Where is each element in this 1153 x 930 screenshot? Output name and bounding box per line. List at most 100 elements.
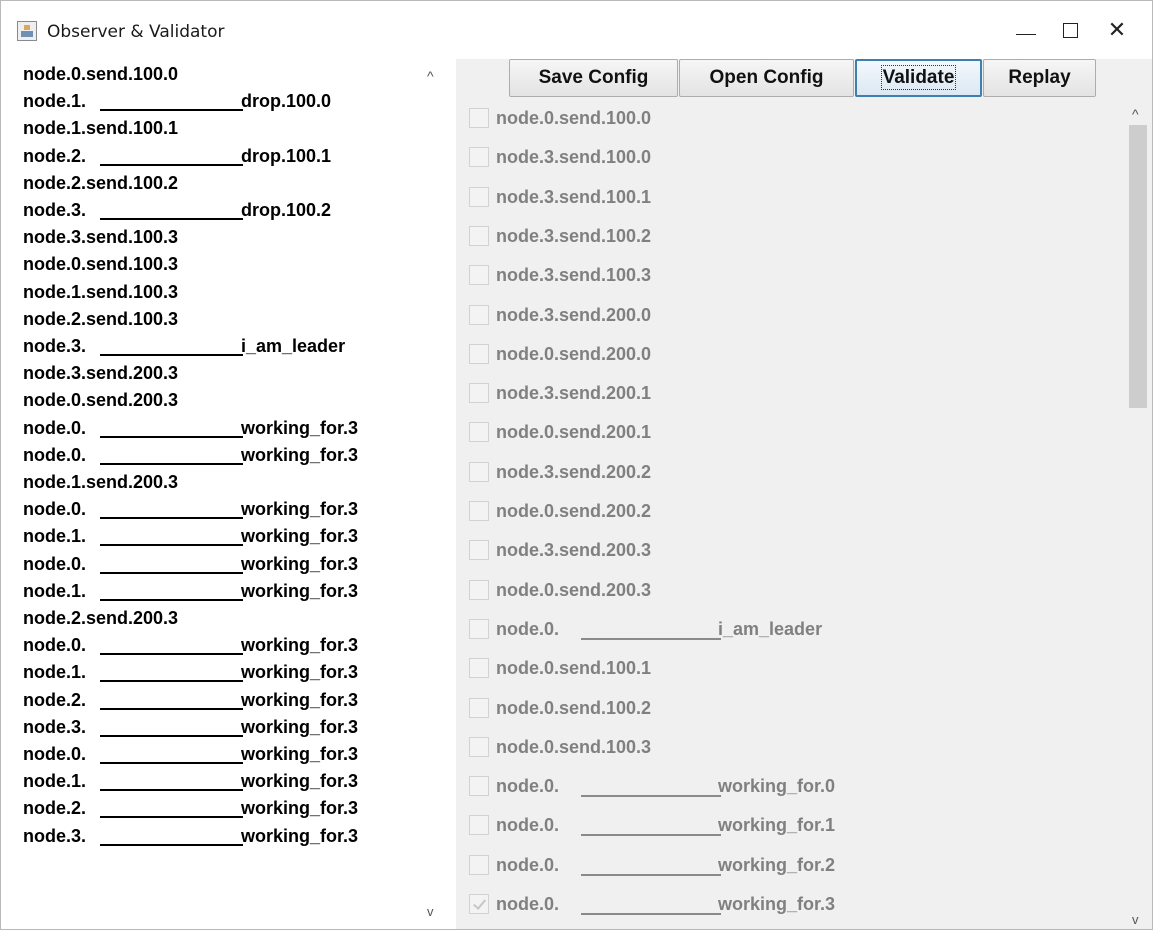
scroll-down-icon[interactable]: v — [427, 905, 434, 919]
checklist-item[interactable]: node.0.send.200.0 — [469, 338, 1109, 368]
checklist-item[interactable]: node.0. working_for.3 — [469, 888, 1109, 918]
log-line-underscore — [100, 462, 243, 465]
log-line-suffix: i_am_leader — [241, 336, 346, 356]
checkbox-checked-icon[interactable] — [469, 894, 489, 914]
maximize-button[interactable] — [1049, 9, 1093, 53]
log-line-suffix: working_for.3 — [241, 417, 359, 438]
log-line: node.3. i_am_leader — [23, 334, 345, 358]
checklist-scrollbar[interactable]: ^ v — [1126, 103, 1150, 929]
log-line-underscore — [100, 707, 243, 710]
checklist-item[interactable]: node.0.send.200.3 — [469, 574, 1109, 604]
checkbox-icon[interactable] — [469, 265, 489, 286]
log-line-prefix: node.1. — [23, 771, 87, 792]
checkbox-icon[interactable] — [469, 854, 489, 875]
checkbox-icon[interactable] — [469, 618, 489, 639]
checklist-item[interactable]: node.0.send.100.2 — [469, 692, 1109, 722]
scroll-up-icon[interactable]: ^ — [1132, 107, 1139, 121]
log-line-underscore — [100, 354, 243, 356]
scroll-down-icon[interactable]: v — [1132, 913, 1139, 927]
checkbox-icon[interactable] — [469, 343, 489, 364]
checkbox-icon[interactable] — [469, 736, 489, 757]
log-line-suffix: working_for.3 — [241, 798, 359, 819]
event-log-list[interactable]: node.0.send.100.0 node.1. drop.100.0 node.1… — [16, 59, 446, 925]
checklist-item-suffix: working_for.0 — [718, 776, 836, 797]
log-line-underscore — [100, 843, 243, 846]
scroll-up-icon[interactable]: ^ — [427, 69, 434, 83]
checklist-item-label: node.3.send.200.1 — [496, 383, 652, 404]
checklist-item-label: node.0. — [496, 815, 560, 836]
log-line: node.0. working_for.3 — [23, 416, 358, 440]
checkbox-icon[interactable] — [469, 147, 489, 168]
checkbox-icon[interactable] — [469, 108, 489, 128]
minimize-button[interactable] — [1004, 9, 1048, 53]
checkbox-icon[interactable] — [469, 697, 489, 718]
log-line: node.1.send.100.3 — [23, 280, 178, 304]
checklist-item[interactable]: node.0.send.100.3 — [469, 731, 1109, 761]
checklist-item[interactable]: node.0.send.100.1 — [469, 652, 1109, 682]
checklist-item[interactable]: node.0. working_for.2 — [469, 849, 1109, 879]
checklist-item[interactable]: node.0. working_for.0 — [469, 770, 1109, 800]
checklist-item[interactable]: node.3.send.100.1 — [469, 181, 1109, 211]
log-line-underscore — [100, 571, 243, 574]
log-line: node.1.send.200.3 — [23, 470, 178, 494]
checklist-item[interactable]: node.3.send.100.3 — [469, 259, 1109, 289]
checkbox-icon[interactable] — [469, 540, 489, 561]
checklist-item[interactable]: node.3.send.100.0 — [469, 141, 1109, 171]
log-line-prefix: node.0. — [23, 417, 87, 438]
checklist-item[interactable]: node.0.send.200.2 — [469, 495, 1109, 525]
checklist-item[interactable]: node.3.send.200.2 — [469, 456, 1109, 486]
log-line-prefix: node.1.send.200.3 — [23, 472, 179, 492]
checkbox-icon[interactable] — [469, 776, 489, 797]
close-button[interactable]: ✕ — [1095, 9, 1139, 53]
log-scrollbar[interactable]: ^ v — [421, 59, 446, 925]
log-line: node.3.send.100.3 — [23, 225, 178, 249]
checkbox-icon[interactable] — [469, 225, 489, 246]
log-line-suffix: working_for.3 — [241, 635, 359, 656]
checklist-item-label: node.0. — [496, 854, 560, 875]
replay-button[interactable]: Replay — [983, 59, 1096, 97]
log-line-prefix: node.0.send.100.0 — [23, 64, 179, 84]
log-line-prefix: node.2. — [23, 145, 87, 166]
checklist-item[interactable]: node.0. working_for.1 — [469, 809, 1109, 839]
checkbox-icon[interactable] — [469, 304, 489, 325]
log-line-prefix: node.0. — [23, 744, 87, 764]
log-line-suffix: working_for.3 — [241, 553, 359, 574]
checkbox-icon[interactable] — [469, 422, 489, 443]
log-line: node.2. drop.100.1 — [23, 144, 331, 168]
open-config-button[interactable]: Open Config — [679, 59, 854, 97]
checkbox-icon[interactable] — [469, 579, 489, 600]
log-line-prefix: node.0. — [23, 553, 87, 574]
checklist-item-label: node.3.send.200.2 — [496, 461, 652, 482]
checklist-item[interactable]: node.3.send.200.0 — [469, 299, 1109, 329]
checklist-item[interactable]: node.0.send.200.1 — [469, 416, 1109, 446]
checkbox-icon[interactable] — [469, 501, 489, 521]
log-line-prefix: node.3. — [23, 716, 87, 737]
checklist-item-label: node.0.send.200.2 — [496, 501, 652, 521]
log-line: node.2.send.100.3 — [23, 307, 178, 331]
checkbox-icon[interactable] — [469, 815, 489, 836]
log-line-underscore — [100, 544, 243, 547]
log-line-suffix: drop.100.1 — [241, 145, 332, 166]
log-line-underscore — [100, 816, 243, 819]
checklist-item[interactable]: node.0. i_am_leader — [469, 613, 1109, 643]
log-line-suffix: drop.100.2 — [241, 200, 332, 220]
log-line: node.1. working_for.3 — [23, 769, 358, 793]
checklist-item[interactable]: node.3.send.200.1 — [469, 377, 1109, 407]
checkbox-icon[interactable] — [469, 658, 489, 679]
log-line-underscore — [100, 680, 243, 683]
title-bar[interactable]: Observer & Validator ✕ — [1, 1, 1152, 59]
checkbox-icon[interactable] — [469, 383, 489, 404]
checklist-item[interactable]: node.3.send.100.2 — [469, 220, 1109, 250]
app-window: Observer & Validator ✕ node.0.send.100.0… — [0, 0, 1153, 930]
log-line-prefix: node.0. — [23, 499, 87, 520]
checklist-item[interactable]: node.0.send.100.0 — [469, 102, 1109, 132]
log-line-prefix: node.3. — [23, 200, 87, 220]
save-config-button[interactable]: Save Config — [509, 59, 678, 97]
validate-button[interactable]: Validate — [855, 59, 982, 97]
checkbox-icon[interactable] — [469, 461, 489, 482]
log-line-prefix: node.2.send.100.3 — [23, 308, 179, 329]
checkbox-icon[interactable] — [469, 186, 489, 207]
checklist-item-suffix: working_for.1 — [718, 815, 836, 836]
scrollbar-thumb[interactable] — [1129, 125, 1147, 408]
checklist-item[interactable]: node.3.send.200.3 — [469, 534, 1109, 564]
